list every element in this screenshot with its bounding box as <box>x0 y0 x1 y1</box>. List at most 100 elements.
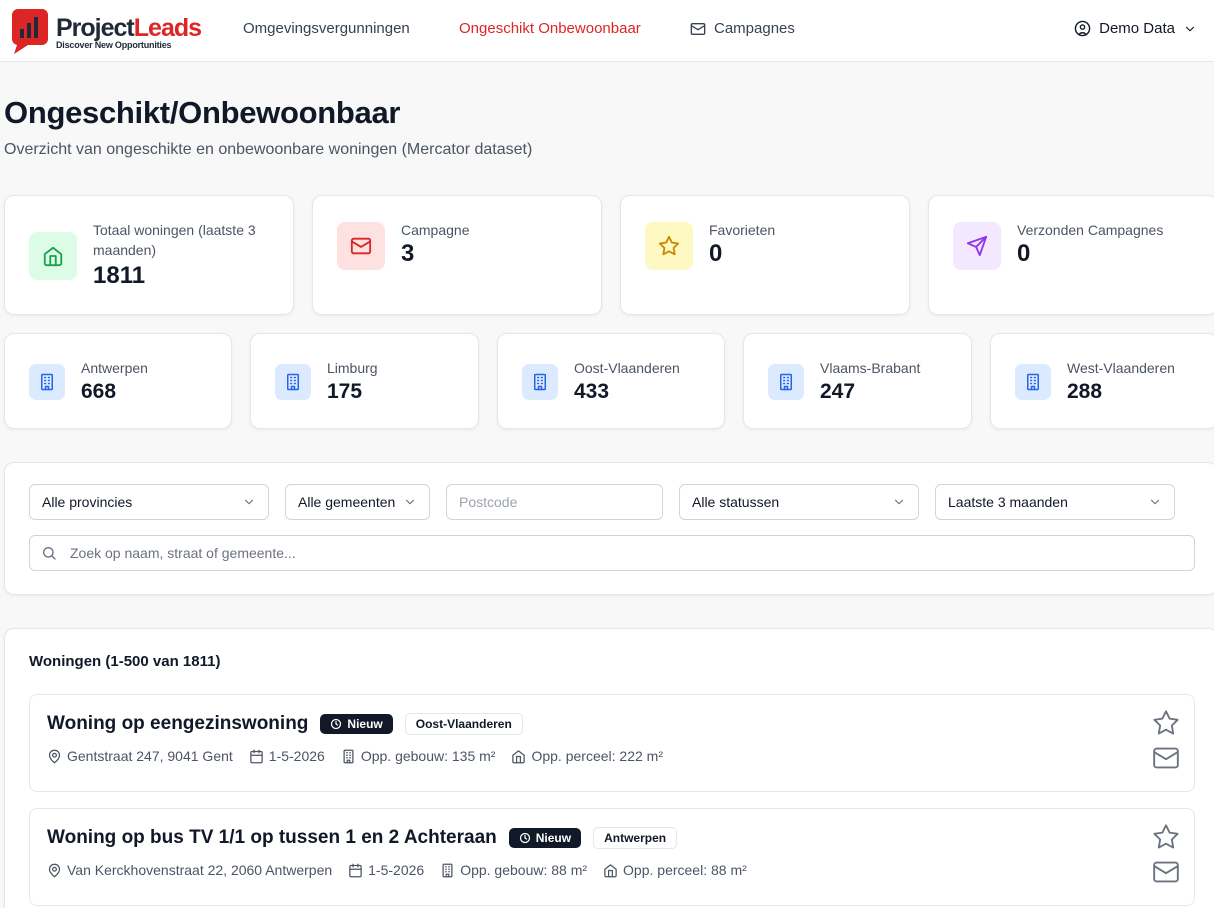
stat-label: Verzonden Campagnes <box>1017 222 1164 238</box>
stat-value: 1811 <box>93 262 146 289</box>
new-badge: Nieuw <box>320 714 393 734</box>
province-card-vlaams-brabant: Vlaams-Brabant 247 <box>743 333 972 429</box>
search-icon <box>43 547 56 560</box>
date-text: 1-5-2026 <box>268 748 325 764</box>
favorite-button[interactable] <box>1152 709 1180 737</box>
province-badge: Antwerpen <box>593 827 678 849</box>
municipality-select-value: Alle gemeenten <box>298 494 396 510</box>
campaign-button[interactable] <box>1151 859 1181 885</box>
new-badge-label: Nieuw <box>535 831 572 845</box>
item-actions <box>1150 823 1182 885</box>
stat-value: 0 <box>709 240 723 267</box>
favorite-button[interactable] <box>1152 823 1180 851</box>
item-meta: Gentstraat 247, 9041 Gent 1-5-2026 Opp. … <box>47 748 663 764</box>
meta-plot-area: Opp. perceel: 222 m² <box>511 748 663 764</box>
period-select[interactable]: Laatste 3 maanden <box>935 484 1175 520</box>
period-select-value: Laatste 3 maanden <box>948 494 1068 510</box>
date-text: 1-5-2026 <box>368 862 425 878</box>
province-card-antwerpen: Antwerpen 668 <box>4 333 232 429</box>
list-item[interactable]: Woning op bus TV 1/1 op tussen 1 en 2 Ac… <box>29 808 1195 906</box>
stat-label: Totaal woningen (laatste 3 maanden) <box>93 222 256 258</box>
brand-name: ProjectLeads <box>56 14 202 42</box>
nav-campagnes-label: Campagnes <box>714 20 795 37</box>
chevron-down-icon <box>1150 499 1160 505</box>
logo-icon <box>11 9 49 54</box>
stat-icon-box <box>645 222 693 270</box>
municipality-select[interactable]: Alle gemeenten <box>285 484 430 520</box>
prov-icon-box <box>1015 364 1051 400</box>
campaign-button[interactable] <box>1151 745 1181 771</box>
plot-area-text: Opp. perceel: 222 m² <box>531 748 663 764</box>
chevron-down-icon <box>244 499 254 505</box>
nav-ongeschikt-onbewoonbaar[interactable]: Ongeschikt Onbewoonbaar <box>459 20 641 38</box>
prov-icon-box <box>275 364 311 400</box>
brand-name-part2: Leads <box>133 14 202 42</box>
province-label: Antwerpen <box>81 360 148 376</box>
star-icon <box>1153 824 1179 849</box>
map-pin-icon <box>48 749 61 763</box>
building-icon <box>780 373 792 391</box>
address-text: Van Kerckhovenstraat 22, 2060 Antwerpen <box>67 862 333 878</box>
brand-name-part1: Project <box>56 14 135 42</box>
star-icon <box>1153 710 1179 735</box>
province-card-west-vlaanderen: West-Vlaanderen 288 <box>990 333 1214 429</box>
province-card-oost-vlaanderen: Oost-Vlaanderen 433 <box>497 333 725 429</box>
nav-omgevingsvergunningen[interactable]: Omgevingsvergunningen <box>243 20 410 38</box>
province-label: West-Vlaanderen <box>1067 360 1175 376</box>
province-value: 668 <box>81 380 117 403</box>
search-bar <box>29 535 1195 571</box>
meta-address: Van Kerckhovenstraat 22, 2060 Antwerpen <box>47 862 332 878</box>
province-badge: Oost-Vlaanderen <box>404 713 523 735</box>
item-title[interactable]: Woning op eengezinswoning <box>47 713 308 735</box>
nav-campagnes[interactable]: Campagnes <box>690 20 795 38</box>
stat-label: Campagne <box>401 222 470 238</box>
filter-panel: Alle provincies Alle gemeenten Alle stat… <box>4 462 1214 595</box>
stat-label: Favorieten <box>709 222 776 238</box>
building-icon <box>41 373 53 391</box>
province-label: Limburg <box>327 360 378 376</box>
status-select[interactable]: Alle statussen <box>679 484 919 520</box>
meta-building-area: Opp. gebouw: 135 m² <box>341 748 496 764</box>
user-menu[interactable]: Demo Data <box>1074 20 1197 37</box>
stat-card-verzonden: Verzonden Campagnes 0 <box>928 195 1214 315</box>
meta-plot-area: Opp. perceel: 88 m² <box>603 862 747 878</box>
home-icon <box>43 246 63 267</box>
home-icon <box>604 863 617 877</box>
province-label: Oost-Vlaanderen <box>574 360 680 376</box>
list-item[interactable]: Woning op eengezinswoning Nieuw Oost-Vla… <box>29 694 1195 792</box>
meta-address: Gentstraat 247, 9041 Gent <box>47 748 233 764</box>
meta-building-area: Opp. gebouw: 88 m² <box>440 862 587 878</box>
status-select-value: Alle statussen <box>692 494 780 510</box>
item-meta: Van Kerckhovenstraat 22, 2060 Antwerpen … <box>47 862 747 878</box>
building-icon <box>1027 373 1039 391</box>
stat-icon-box <box>337 222 385 270</box>
new-badge-label: Nieuw <box>347 717 383 731</box>
item-title[interactable]: Woning op bus TV 1/1 op tussen 1 en 2 Ac… <box>47 827 497 849</box>
province-select-value: Alle provincies <box>42 494 133 510</box>
page-subtitle: Overzicht van ongeschikte en onbewoonbar… <box>4 141 533 158</box>
item-header: Woning op eengezinswoning Nieuw Oost-Vla… <box>47 713 523 735</box>
star-icon <box>658 235 680 256</box>
user-circle-icon <box>1074 20 1091 37</box>
province-select[interactable]: Alle provincies <box>29 484 269 520</box>
map-pin-icon <box>48 863 61 877</box>
building-icon <box>534 373 546 391</box>
logo[interactable]: ProjectLeads Discover New Opportunities <box>10 5 205 55</box>
stat-card-total: Totaal woningen (laatste 3 maanden) 1811 <box>4 195 294 315</box>
postcode-input[interactable] <box>446 484 663 520</box>
mail-icon <box>350 237 372 255</box>
stat-icon-box <box>953 222 1001 270</box>
new-badge: Nieuw <box>508 828 582 848</box>
clock-icon <box>331 718 342 730</box>
clock-icon <box>519 832 530 844</box>
page-title: Ongeschikt/Onbewoonbaar <box>4 95 401 130</box>
province-label: Vlaams-Brabant <box>820 360 921 376</box>
list-title: Woningen (1-500 van 1811) <box>29 653 221 670</box>
calendar-icon <box>250 749 263 763</box>
search-input[interactable] <box>29 535 1195 571</box>
province-value: 288 <box>1067 380 1103 403</box>
building-area-text: Opp. gebouw: 135 m² <box>360 748 496 764</box>
meta-date: 1-5-2026 <box>249 748 325 764</box>
meta-date: 1-5-2026 <box>348 862 424 878</box>
building-icon <box>287 373 299 391</box>
